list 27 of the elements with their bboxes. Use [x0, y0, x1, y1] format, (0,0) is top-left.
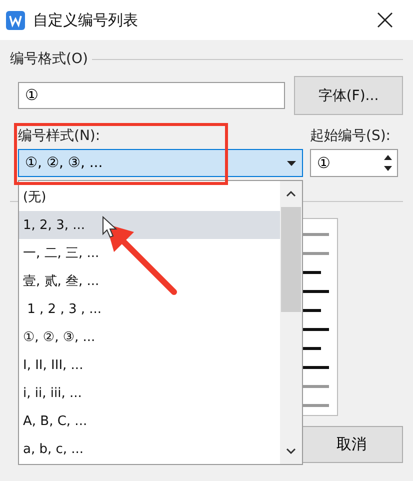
caret-icon [287, 160, 296, 166]
field-label: 起始编号(S): [310, 127, 392, 145]
group-label: 编号格式(O) [10, 50, 88, 68]
window-title: 自定义编号列表 [33, 10, 139, 30]
scroll-up-icon[interactable] [286, 191, 296, 197]
list-option[interactable]: 1, 2, 3, ... [19, 211, 280, 240]
list-option[interactable]: a, b, c, ... [19, 436, 280, 464]
list-option[interactable]: 壹, 贰, 叁, ... [19, 267, 280, 296]
field-label: 编号样式(N): [18, 127, 102, 145]
close-icon[interactable] [377, 12, 393, 28]
list-option[interactable]: 1 , 2 , 3 , ... [19, 295, 280, 324]
list-option[interactable]: I, II, III, ... [19, 352, 280, 380]
style-dropdown[interactable]: ①, ②, ③, ... [18, 149, 303, 177]
scroll-down-icon[interactable] [286, 448, 296, 454]
format-field[interactable]: ① [18, 82, 285, 109]
list-option[interactable]: ①, ②, ③, ... [19, 323, 280, 352]
list-option[interactable]: A, B, C, ... [19, 408, 280, 436]
scroll-thumb[interactable] [281, 207, 301, 312]
start-number-field[interactable]: ① [310, 149, 398, 177]
list-option[interactable]: (无) [19, 183, 280, 212]
cursor-icon [102, 216, 118, 238]
font-button[interactable]: 字体(F)... [294, 76, 403, 115]
list-option[interactable]: 一, 二, 三, ... [19, 239, 280, 268]
scrollbar[interactable] [280, 181, 302, 464]
list-option[interactable]: i, ii, iii, ... [19, 380, 280, 408]
cancel-button[interactable]: 取消 [300, 426, 403, 463]
app-icon [6, 10, 25, 30]
